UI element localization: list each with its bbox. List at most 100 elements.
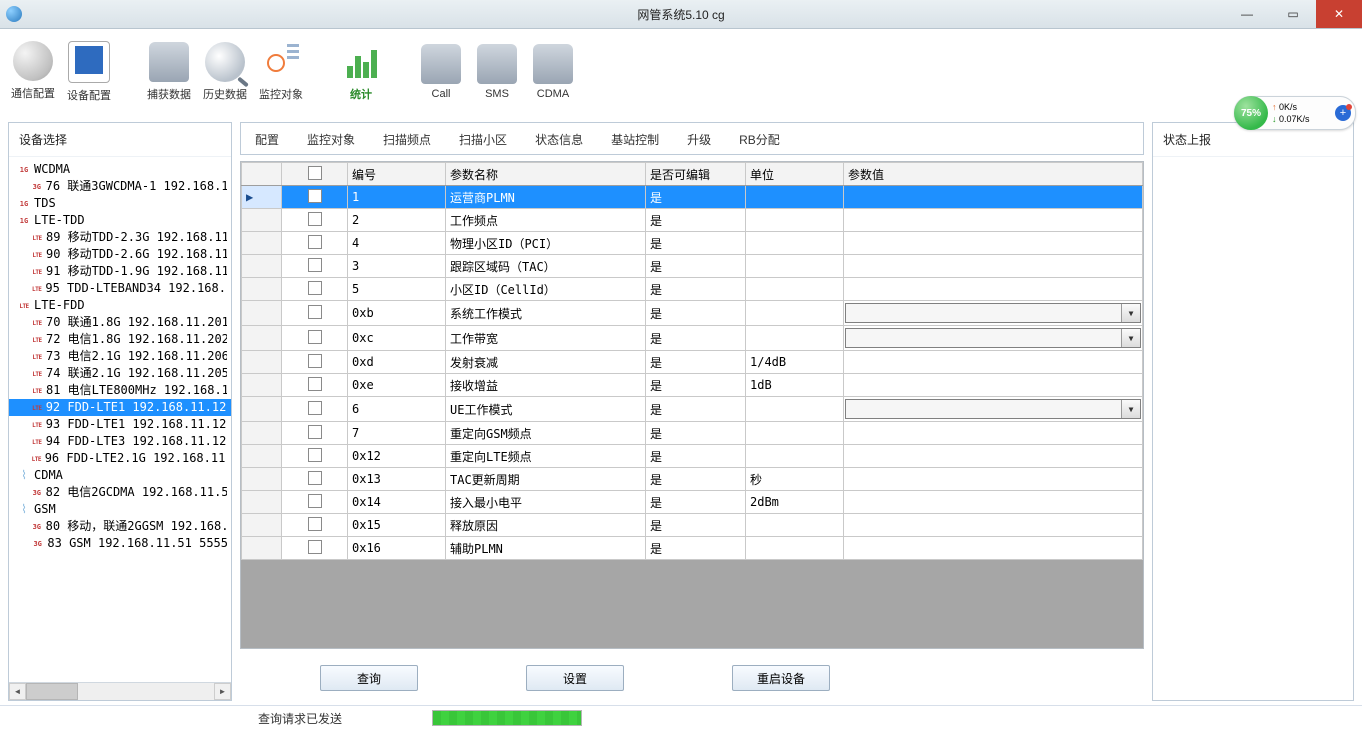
cell-unit[interactable] — [746, 537, 844, 560]
cell-value[interactable]: ▼ — [844, 301, 1143, 326]
cell-editable[interactable]: 是 — [646, 537, 746, 560]
cell-editable[interactable]: 是 — [646, 468, 746, 491]
row-header[interactable] — [242, 326, 282, 351]
network-speed-widget[interactable]: 75% 0K/s 0.07K/s + — [1234, 96, 1356, 130]
row-header[interactable] — [242, 537, 282, 560]
cell-name[interactable]: 系统工作模式 — [446, 301, 646, 326]
row-checkbox[interactable] — [308, 401, 322, 415]
device-config-button[interactable]: 设备配置 — [62, 41, 116, 103]
table-row[interactable]: 0xd发射衰减是1/4dB — [242, 351, 1143, 374]
cell-unit[interactable]: 1dB — [746, 374, 844, 397]
row-checkbox-cell[interactable] — [282, 186, 348, 209]
cell-editable[interactable]: 是 — [646, 278, 746, 301]
row-header[interactable] — [242, 278, 282, 301]
table-row[interactable]: 0x16辅助PLMN是 — [242, 537, 1143, 560]
cell-id[interactable]: 3 — [348, 255, 446, 278]
cell-value[interactable] — [844, 232, 1143, 255]
tree-item[interactable]: 92 FDD-LTE1 192.168.11.123 920 — [9, 399, 231, 416]
row-header[interactable] — [242, 301, 282, 326]
cell-id[interactable]: 0xc — [348, 326, 446, 351]
cell-value[interactable] — [844, 186, 1143, 209]
device-tree[interactable]: WCDMA76 联通3GWCDMA-1 192.168.11.200TDSLTE… — [9, 157, 231, 682]
value-combobox[interactable]: ▼ — [845, 399, 1141, 419]
reboot-button[interactable]: 重启设备 — [732, 665, 830, 691]
value-combobox[interactable]: ▼ — [845, 328, 1141, 348]
cell-value[interactable] — [844, 351, 1143, 374]
row-header[interactable] — [242, 445, 282, 468]
row-checkbox-cell[interactable] — [282, 301, 348, 326]
row-checkbox[interactable] — [308, 354, 322, 368]
row-header[interactable] — [242, 491, 282, 514]
cell-editable[interactable]: 是 — [646, 374, 746, 397]
cell-id[interactable]: 0x15 — [348, 514, 446, 537]
row-header[interactable] — [242, 468, 282, 491]
cell-unit[interactable] — [746, 397, 844, 422]
table-row[interactable]: 0xb系统工作模式是▼ — [242, 301, 1143, 326]
cell-value[interactable]: ▼ — [844, 397, 1143, 422]
table-row[interactable]: 0xe接收增益是1dB — [242, 374, 1143, 397]
cell-id[interactable]: 1 — [348, 186, 446, 209]
scroll-left-button[interactable]: ◄ — [9, 683, 26, 700]
cell-editable[interactable]: 是 — [646, 301, 746, 326]
cell-unit[interactable] — [746, 186, 844, 209]
network-add-icon[interactable]: + — [1335, 105, 1351, 121]
cell-value[interactable] — [844, 422, 1143, 445]
tree-item[interactable]: 80 移动，联通2GGSM 192.168.11.51 — [9, 518, 231, 535]
cell-editable[interactable]: 是 — [646, 422, 746, 445]
row-header[interactable] — [242, 374, 282, 397]
cell-name[interactable]: TAC更新周期 — [446, 468, 646, 491]
row-checkbox-cell[interactable] — [282, 278, 348, 301]
tab-0[interactable]: 配置 — [255, 131, 279, 148]
table-row[interactable]: 7重定向GSM频点是 — [242, 422, 1143, 445]
cell-name[interactable]: 接入最小电平 — [446, 491, 646, 514]
cell-editable[interactable]: 是 — [646, 326, 746, 351]
row-header[interactable] — [242, 397, 282, 422]
row-checkbox-cell[interactable] — [282, 445, 348, 468]
table-row[interactable]: 6UE工作模式是▼ — [242, 397, 1143, 422]
cell-name[interactable]: 物理小区ID（PCI） — [446, 232, 646, 255]
tree-item[interactable]: 90 移动TDD-2.6G 192.168.11.101 — [9, 246, 231, 263]
cell-unit[interactable] — [746, 209, 844, 232]
cell-id[interactable]: 0xe — [348, 374, 446, 397]
cell-unit[interactable] — [746, 514, 844, 537]
tab-4[interactable]: 状态信息 — [535, 131, 583, 148]
row-header[interactable] — [242, 422, 282, 445]
cell-name[interactable]: 释放原因 — [446, 514, 646, 537]
tree-item[interactable]: 72 电信1.8G 192.168.11.202 920 — [9, 331, 231, 348]
stats-button[interactable]: 统计 — [334, 42, 388, 102]
cell-name[interactable]: 接收增益 — [446, 374, 646, 397]
row-checkbox-cell[interactable] — [282, 514, 348, 537]
row-checkbox-cell[interactable] — [282, 326, 348, 351]
row-checkbox[interactable] — [308, 189, 322, 203]
cell-editable[interactable]: 是 — [646, 255, 746, 278]
cell-id[interactable]: 0x12 — [348, 445, 446, 468]
history-button[interactable]: 历史数据 — [198, 42, 252, 102]
cell-name[interactable]: 运营商PLMN — [446, 186, 646, 209]
row-checkbox-cell[interactable] — [282, 232, 348, 255]
row-checkbox-cell[interactable] — [282, 209, 348, 232]
tab-6[interactable]: 升级 — [687, 131, 711, 148]
scroll-right-button[interactable]: ► — [214, 683, 231, 700]
tree-item[interactable]: 91 移动TDD-1.9G 192.168.11.102 — [9, 263, 231, 280]
query-button[interactable]: 查询 — [320, 665, 418, 691]
tree-group[interactable]: TDS — [9, 195, 231, 212]
row-checkbox[interactable] — [308, 494, 322, 508]
cell-id[interactable]: 0x13 — [348, 468, 446, 491]
cdma-button[interactable]: CDMA — [526, 44, 580, 100]
row-checkbox-cell[interactable] — [282, 255, 348, 278]
tab-2[interactable]: 扫描频点 — [383, 131, 431, 148]
cell-editable[interactable]: 是 — [646, 209, 746, 232]
row-checkbox-cell[interactable] — [282, 491, 348, 514]
row-checkbox[interactable] — [308, 305, 322, 319]
row-header[interactable] — [242, 232, 282, 255]
cell-id[interactable]: 0x14 — [348, 491, 446, 514]
cell-name[interactable]: 发射衰减 — [446, 351, 646, 374]
row-checkbox[interactable] — [308, 540, 322, 554]
cell-unit[interactable] — [746, 255, 844, 278]
cell-unit[interactable] — [746, 301, 844, 326]
sms-button[interactable]: SMS — [470, 44, 524, 100]
row-checkbox[interactable] — [308, 377, 322, 391]
row-checkbox[interactable] — [308, 330, 322, 344]
tab-1[interactable]: 监控对象 — [307, 131, 355, 148]
cell-editable[interactable]: 是 — [646, 232, 746, 255]
